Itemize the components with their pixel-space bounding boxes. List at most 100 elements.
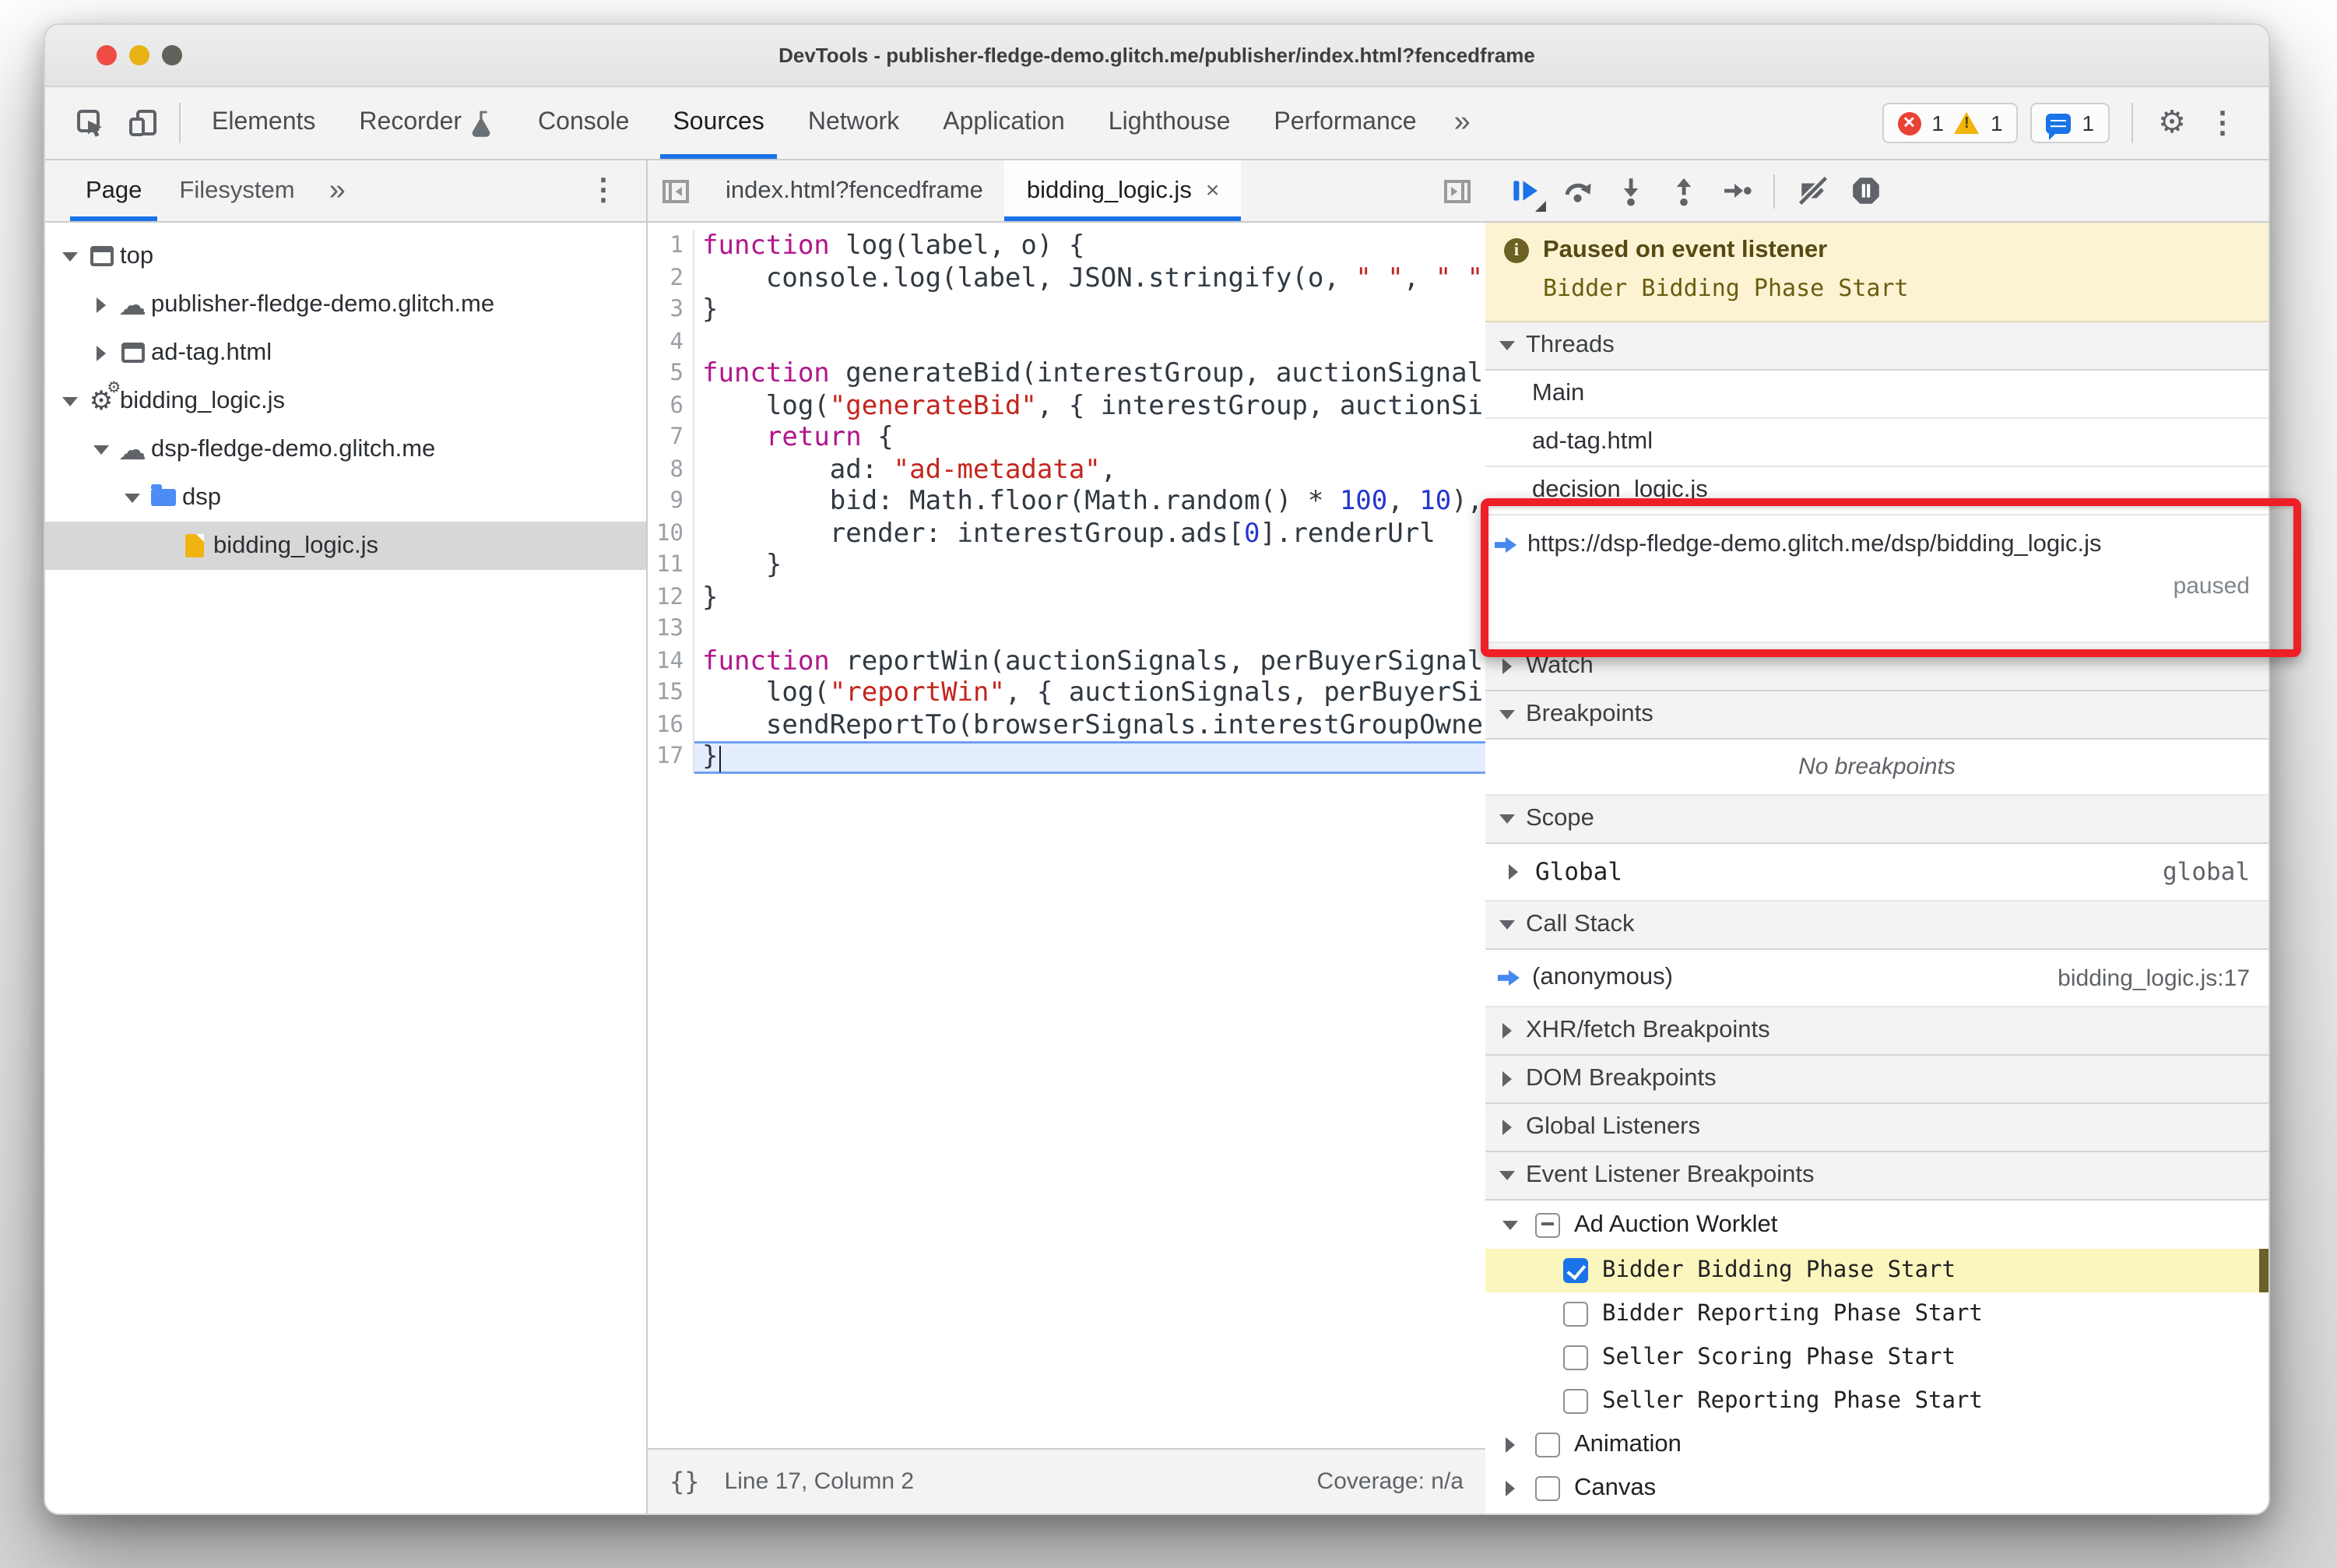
more-panels-chevron-icon[interactable]: »	[1439, 87, 1486, 159]
line-number[interactable]: 17	[648, 741, 694, 773]
resume-dropdown-caret[interactable]	[1535, 200, 1546, 211]
panel-tab-performance[interactable]: Performance	[1252, 87, 1438, 159]
checkbox-unchecked[interactable]	[1563, 1345, 1588, 1370]
device-toolbar-icon[interactable]	[117, 87, 170, 159]
step-over-icon[interactable]	[1554, 167, 1601, 214]
thread-row-ad-tag-html[interactable]: ad-tag.html	[1485, 419, 2268, 467]
tree-item-ad-tag-html[interactable]: ad-tag.html	[45, 329, 646, 377]
code-line-text[interactable]	[694, 326, 1485, 358]
code-line-text[interactable]: }	[694, 550, 1485, 582]
code-line-text[interactable]: }	[694, 741, 1485, 773]
line-number[interactable]: 11	[648, 550, 694, 582]
line-number[interactable]: 14	[648, 645, 694, 677]
checkbox-unchecked[interactable]	[1535, 1476, 1560, 1501]
line-number[interactable]: 5	[648, 358, 694, 390]
tree-item-dsp-fledge-demo-glitch-me[interactable]: ☁ dsp-fledge-demo.glitch.me	[45, 425, 646, 473]
pause-on-exceptions-icon[interactable]	[1842, 167, 1889, 214]
code-line-text[interactable]: function generateBid(interestGroup, auct…	[694, 358, 1485, 390]
more-navigator-tabs-chevron-icon[interactable]: »	[314, 160, 361, 221]
line-number[interactable]: 4	[648, 326, 694, 358]
line-number[interactable]: 8	[648, 454, 694, 486]
line-number[interactable]: 15	[648, 677, 694, 709]
panel-tab-elements[interactable]: Elements	[190, 87, 337, 159]
navigator-tab-page[interactable]: Page	[67, 160, 160, 221]
code-line-text[interactable]: log("reportWin", { auctionSignals, perBu…	[694, 677, 1485, 709]
line-number[interactable]: 13	[648, 613, 694, 645]
tree-item-publisher-fledge-demo-glitch-me[interactable]: ☁ publisher-fledge-demo.glitch.me	[45, 280, 646, 329]
section-header-breakpoints[interactable]: Breakpoints	[1485, 691, 2268, 740]
zoom-window-button[interactable]	[162, 45, 182, 65]
listener-event-seller-reporting-phase-start[interactable]: Seller Reporting Phase Start	[1485, 1380, 2268, 1423]
listener-category-ad-auction-worklet[interactable]: Ad Auction Worklet	[1485, 1201, 2268, 1249]
editor-tab-bidding-logic-js[interactable]: bidding_logic.js ×	[1004, 160, 1242, 221]
show-debugger-panel-icon[interactable]	[1429, 160, 1485, 221]
section-header-event-listener-breakpoints[interactable]: Event Listener Breakpoints	[1485, 1152, 2268, 1201]
code-line-text[interactable]: bid: Math.floor(Math.random() * 100, 10)…	[694, 486, 1485, 518]
line-number[interactable]: 9	[648, 486, 694, 518]
close-tab-icon[interactable]: ×	[1206, 178, 1220, 204]
thread-row-paused[interactable]: https://dsp-fledge-demo.glitch.me/dsp/bi…	[1485, 515, 2268, 643]
checkbox-unchecked[interactable]	[1563, 1389, 1588, 1414]
navigator-menu-icon[interactable]: ⋮	[573, 160, 634, 221]
listener-event-seller-scoring-phase-start[interactable]: Seller Scoring Phase Start	[1485, 1336, 2268, 1380]
checkbox-unchecked[interactable]	[1563, 1302, 1588, 1327]
pretty-print-icon[interactable]: {}	[669, 1467, 700, 1496]
frame-location-link[interactable]: bidding_logic.js:17	[2058, 965, 2250, 991]
code-line-text[interactable]: sendReportTo(browserSignals.interestGrou…	[694, 709, 1485, 741]
panel-tab-lighthouse[interactable]: Lighthouse	[1087, 87, 1253, 159]
panel-tab-network[interactable]: Network	[786, 87, 921, 159]
code-line-text[interactable]: function log(label, o) {	[694, 230, 1485, 262]
panel-tab-console[interactable]: Console	[516, 87, 651, 159]
step-icon[interactable]	[1713, 167, 1759, 214]
checkbox-unchecked[interactable]	[1535, 1433, 1560, 1457]
code-line-text[interactable]: render: interestGroup.ads[0].renderUrl	[694, 518, 1485, 550]
code-line-text[interactable]	[694, 613, 1485, 645]
line-number[interactable]: 1	[648, 230, 694, 262]
code-line-text[interactable]: console.log(label, JSON.stringify(o, " "…	[694, 262, 1485, 294]
code-line-text[interactable]: return {	[694, 422, 1485, 454]
code-editor[interactable]: 1 function log(label, o) {2 console.log(l…	[648, 223, 1485, 1448]
line-number[interactable]: 16	[648, 709, 694, 741]
settings-gear-icon[interactable]: ⚙	[2158, 107, 2186, 139]
line-number[interactable]: 6	[648, 390, 694, 422]
section-header-call-stack[interactable]: Call Stack	[1485, 902, 2268, 950]
step-into-icon[interactable]	[1607, 167, 1653, 214]
line-number[interactable]: 3	[648, 294, 694, 326]
tree-item-bidding-logic-js[interactable]: bidding_logic.js	[45, 522, 646, 570]
code-line-text[interactable]: }	[694, 582, 1485, 613]
step-out-icon[interactable]	[1660, 167, 1706, 214]
line-number[interactable]: 12	[648, 582, 694, 613]
section-header-scope[interactable]: Scope	[1485, 796, 2268, 844]
listener-category-canvas[interactable]: Canvas	[1485, 1467, 2268, 1510]
editor-tab-index-html-fencedframe[interactable]: index.html?fencedframe	[704, 160, 1005, 221]
issues-badge[interactable]: 1	[2030, 103, 2110, 143]
line-number[interactable]: 7	[648, 422, 694, 454]
minimize-window-button[interactable]	[129, 45, 149, 65]
section-header-xhr-fetch-breakpoints[interactable]: XHR/fetch Breakpoints	[1485, 1007, 2268, 1056]
checkbox-indeterminate[interactable]	[1535, 1212, 1560, 1237]
code-line-text[interactable]: log("generateBid", { interestGroup, auct…	[694, 390, 1485, 422]
call-stack-frame[interactable]: (anonymous) bidding_logic.js:17	[1485, 950, 2268, 1007]
thread-row-main[interactable]: Main	[1485, 371, 2268, 419]
inspect-element-icon[interactable]	[64, 87, 117, 159]
checkbox-checked[interactable]	[1563, 1258, 1588, 1283]
section-header-dom-breakpoints[interactable]: DOM Breakpoints	[1485, 1056, 2268, 1104]
line-number[interactable]: 2	[648, 262, 694, 294]
listener-category-animation[interactable]: Animation	[1485, 1423, 2268, 1467]
section-header-global-listeners[interactable]: Global Listeners	[1485, 1104, 2268, 1152]
section-header-watch[interactable]: Watch	[1485, 643, 2268, 691]
listener-event-bidder-bidding-phase-start[interactable]: Bidder Bidding Phase Start	[1485, 1249, 2268, 1292]
code-line-text[interactable]: ad: "ad-metadata",	[694, 454, 1485, 486]
scope-row-global[interactable]: Global global	[1485, 844, 2268, 902]
section-header-threads[interactable]: Threads	[1485, 322, 2268, 371]
line-number[interactable]: 10	[648, 518, 694, 550]
code-line-text[interactable]: function reportWin(auctionSignals, perBu…	[694, 645, 1485, 677]
kebab-menu-icon[interactable]: ⋮	[2208, 108, 2237, 138]
tree-item-top[interactable]: top	[45, 232, 646, 280]
tree-item-bidding-logic-js[interactable]: ⚙bidding_logic.js	[45, 377, 646, 425]
panel-tab-recorder[interactable]: Recorder	[337, 87, 516, 159]
panel-tab-sources[interactable]: Sources	[651, 87, 785, 159]
thread-row-decision-logic-js[interactable]: decision_logic.js	[1485, 467, 2268, 515]
resume-icon[interactable]	[1501, 167, 1548, 214]
errors-warnings-badge[interactable]: ✕ 1 ! 1	[1882, 103, 2019, 143]
